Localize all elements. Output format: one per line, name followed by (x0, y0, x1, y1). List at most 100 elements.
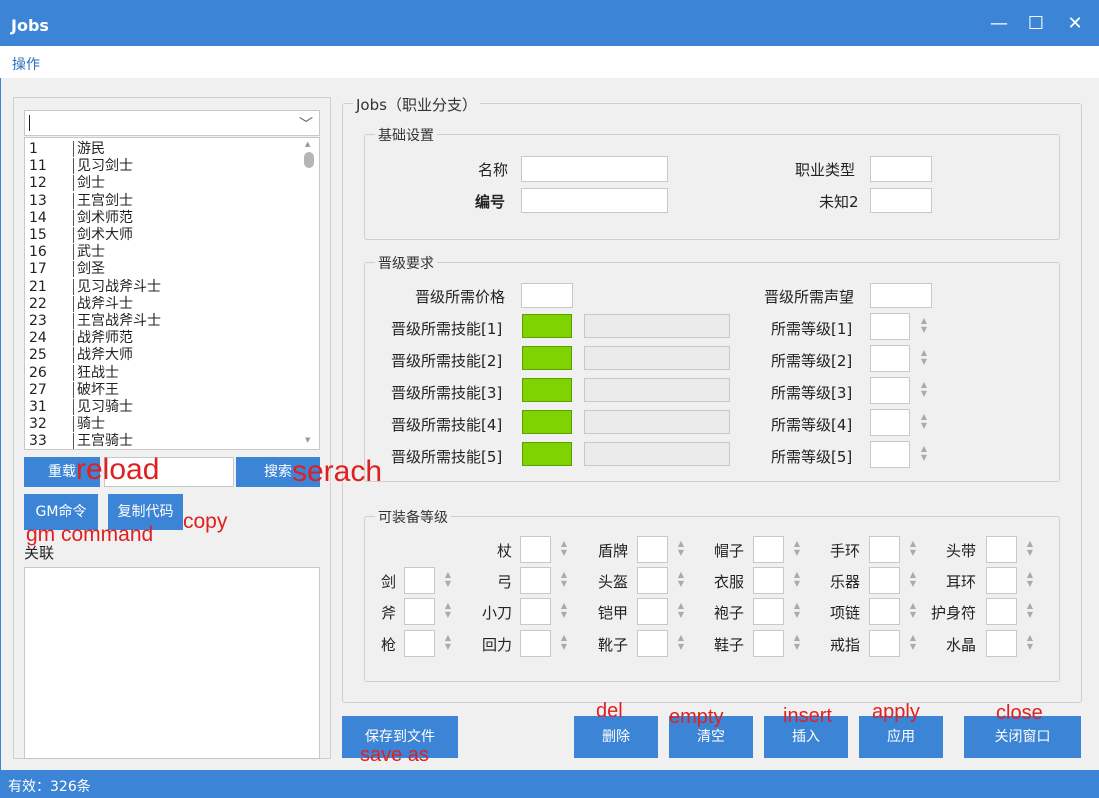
spin-arrows-icon[interactable]: ▲ ▼ (677, 633, 685, 651)
spin-arrows-icon[interactable]: ▲ ▼ (793, 570, 801, 588)
spin-arrows-icon[interactable]: ▲ ▼ (1026, 633, 1034, 651)
skill-id-input[interactable] (522, 314, 572, 338)
equip-level-stepper[interactable] (404, 598, 435, 625)
equip-level-stepper[interactable] (753, 567, 784, 594)
spin-arrows-icon[interactable]: ▲ ▼ (793, 539, 801, 557)
list-item[interactable]: 11 见习剑士 (29, 158, 133, 175)
spin-arrows-icon[interactable]: ▲ ▼ (677, 539, 685, 557)
spin-arrows-icon[interactable]: ▲ ▼ (920, 380, 928, 398)
list-item[interactable]: 13 王宫剑士 (29, 192, 133, 210)
list-item[interactable]: 21 见习战斧斗士 (29, 278, 161, 296)
equip-level-stepper[interactable] (520, 598, 551, 625)
spin-arrows-icon[interactable]: ▲ ▼ (909, 633, 917, 651)
equip-level-stepper[interactable] (637, 598, 668, 625)
skill-id-input[interactable] (522, 378, 572, 402)
list-item[interactable]: 24 战斧师范 (29, 330, 133, 347)
spin-arrows-icon[interactable]: ▲ ▼ (920, 316, 928, 334)
level-stepper[interactable] (870, 377, 910, 404)
equip-level-stepper[interactable] (986, 630, 1017, 657)
spin-arrows-icon[interactable]: ▲ ▼ (793, 601, 801, 619)
spin-arrows-icon[interactable]: ▲ ▼ (560, 633, 568, 651)
equip-level-stepper[interactable] (520, 536, 551, 563)
equip-level-stepper[interactable] (637, 567, 668, 594)
list-scrollbar[interactable]: ▲ ▼ (301, 140, 317, 448)
equip-level-stepper[interactable] (637, 536, 668, 563)
spin-arrows-icon[interactable]: ▲ ▼ (920, 444, 928, 462)
spin-arrows-icon[interactable]: ▲ ▼ (909, 539, 917, 557)
list-item[interactable]: 33 王宫骑士 (29, 433, 133, 449)
equip-level-stepper[interactable] (404, 567, 435, 594)
maximize-icon[interactable]: ☐ (1021, 12, 1051, 36)
list-item[interactable]: 31 见习骑士 (29, 399, 133, 416)
list-item[interactable]: 25 战斧大师 (29, 347, 133, 364)
skill-id-input[interactable] (522, 442, 572, 466)
spin-arrows-icon[interactable]: ▲ ▼ (444, 570, 452, 588)
level-stepper[interactable] (870, 409, 910, 436)
level-label: 所需等级[5] (771, 448, 853, 466)
spin-arrows-icon[interactable]: ▲ ▼ (1026, 539, 1034, 557)
equip-level-stepper[interactable] (637, 630, 668, 657)
list-item[interactable]: 27 破坏王 (29, 381, 119, 399)
spin-arrows-icon[interactable]: ▲ ▼ (444, 633, 452, 651)
equip-level-stepper[interactable] (753, 598, 784, 625)
equip-level-stepper[interactable] (753, 536, 784, 563)
menu-operations[interactable]: 操作 (12, 54, 40, 74)
id-input[interactable] (521, 188, 668, 213)
list-item[interactable]: 23 王宫战斧斗士 (29, 313, 161, 330)
spin-arrows-icon[interactable]: ▲ ▼ (909, 601, 917, 619)
spin-arrows-icon[interactable]: ▲ ▼ (1026, 570, 1034, 588)
scroll-thumb[interactable] (304, 152, 314, 168)
equip-level-stepper[interactable] (869, 630, 900, 657)
spin-arrows-icon[interactable]: ▲ ▼ (1026, 601, 1034, 619)
skill-id-input[interactable] (522, 410, 572, 434)
list-item[interactable]: 12 剑士 (29, 175, 105, 192)
list-item[interactable]: 1 游民 (29, 141, 105, 158)
level-stepper[interactable] (870, 345, 910, 372)
level-stepper[interactable] (870, 441, 910, 468)
spin-arrows-icon[interactable]: ▲ ▼ (560, 601, 568, 619)
spin-arrows-icon[interactable]: ▲ ▼ (560, 539, 568, 557)
fame-input[interactable] (870, 283, 932, 308)
spin-arrows-icon[interactable]: ▲ ▼ (909, 570, 917, 588)
spin-arrows-icon[interactable]: ▲ ▼ (444, 601, 452, 619)
chevron-down-icon[interactable]: ﹀ (299, 114, 313, 134)
spin-arrows-icon[interactable]: ▲ ▼ (560, 570, 568, 588)
equip-level-stepper[interactable] (520, 630, 551, 657)
job-list[interactable]: 1 游民 11 见习剑士 12 剑士 13 王宫剑士 14 剑术师范 15 剑术大师 16 武士 17 剑圣 2… (24, 137, 320, 450)
equip-level-stepper[interactable] (869, 598, 900, 625)
spin-arrows-icon[interactable]: ▲ ▼ (920, 412, 928, 430)
equip-level-stepper[interactable] (986, 598, 1017, 625)
list-item[interactable]: 32 骑士 (29, 416, 105, 433)
related-textarea[interactable] (24, 567, 320, 759)
list-item[interactable]: 16 武士 (29, 244, 105, 261)
list-item[interactable]: 14 剑术师范 (29, 209, 133, 227)
spin-arrows-icon[interactable]: ▲ ▼ (677, 601, 685, 619)
spin-arrows-icon[interactable]: ▲ ▼ (677, 570, 685, 588)
skill-id-input[interactable] (522, 346, 572, 370)
equip-level-stepper[interactable] (869, 567, 900, 594)
equip-level-stepper[interactable] (404, 630, 435, 657)
price-input[interactable] (521, 283, 573, 308)
job-search-combo[interactable]: ﹀ (24, 110, 320, 136)
spin-arrows-icon[interactable]: ▲ ▼ (920, 348, 928, 366)
equip-level-stepper[interactable] (753, 630, 784, 657)
equip-level-stepper[interactable] (986, 536, 1017, 563)
unknown2-input[interactable] (870, 188, 932, 213)
list-item[interactable]: 15 剑术大师 (29, 227, 133, 244)
list-item[interactable]: 22 战斧斗士 (29, 295, 133, 313)
spin-arrows-icon[interactable]: ▲ ▼ (793, 633, 801, 651)
minimize-icon[interactable]: — (984, 12, 1014, 36)
equip-level-stepper[interactable] (520, 567, 551, 594)
equip-level-stepper[interactable] (869, 536, 900, 563)
scroll-up-icon[interactable]: ▲ (305, 140, 310, 148)
list-item[interactable]: 17 剑圣 (29, 261, 105, 278)
equip-level-stepper[interactable] (986, 567, 1017, 594)
level-stepper[interactable] (870, 313, 910, 340)
job-type-input[interactable] (870, 156, 932, 182)
title-bar[interactable]: Jobs — ☐ ✕ (0, 0, 1099, 46)
name-input[interactable] (521, 156, 668, 182)
list-item[interactable]: 26 狂战士 (29, 364, 119, 382)
scroll-down-icon[interactable]: ▼ (305, 436, 310, 444)
close-window-icon[interactable]: ✕ (1060, 12, 1090, 36)
list-item-id: 21 (29, 278, 47, 295)
